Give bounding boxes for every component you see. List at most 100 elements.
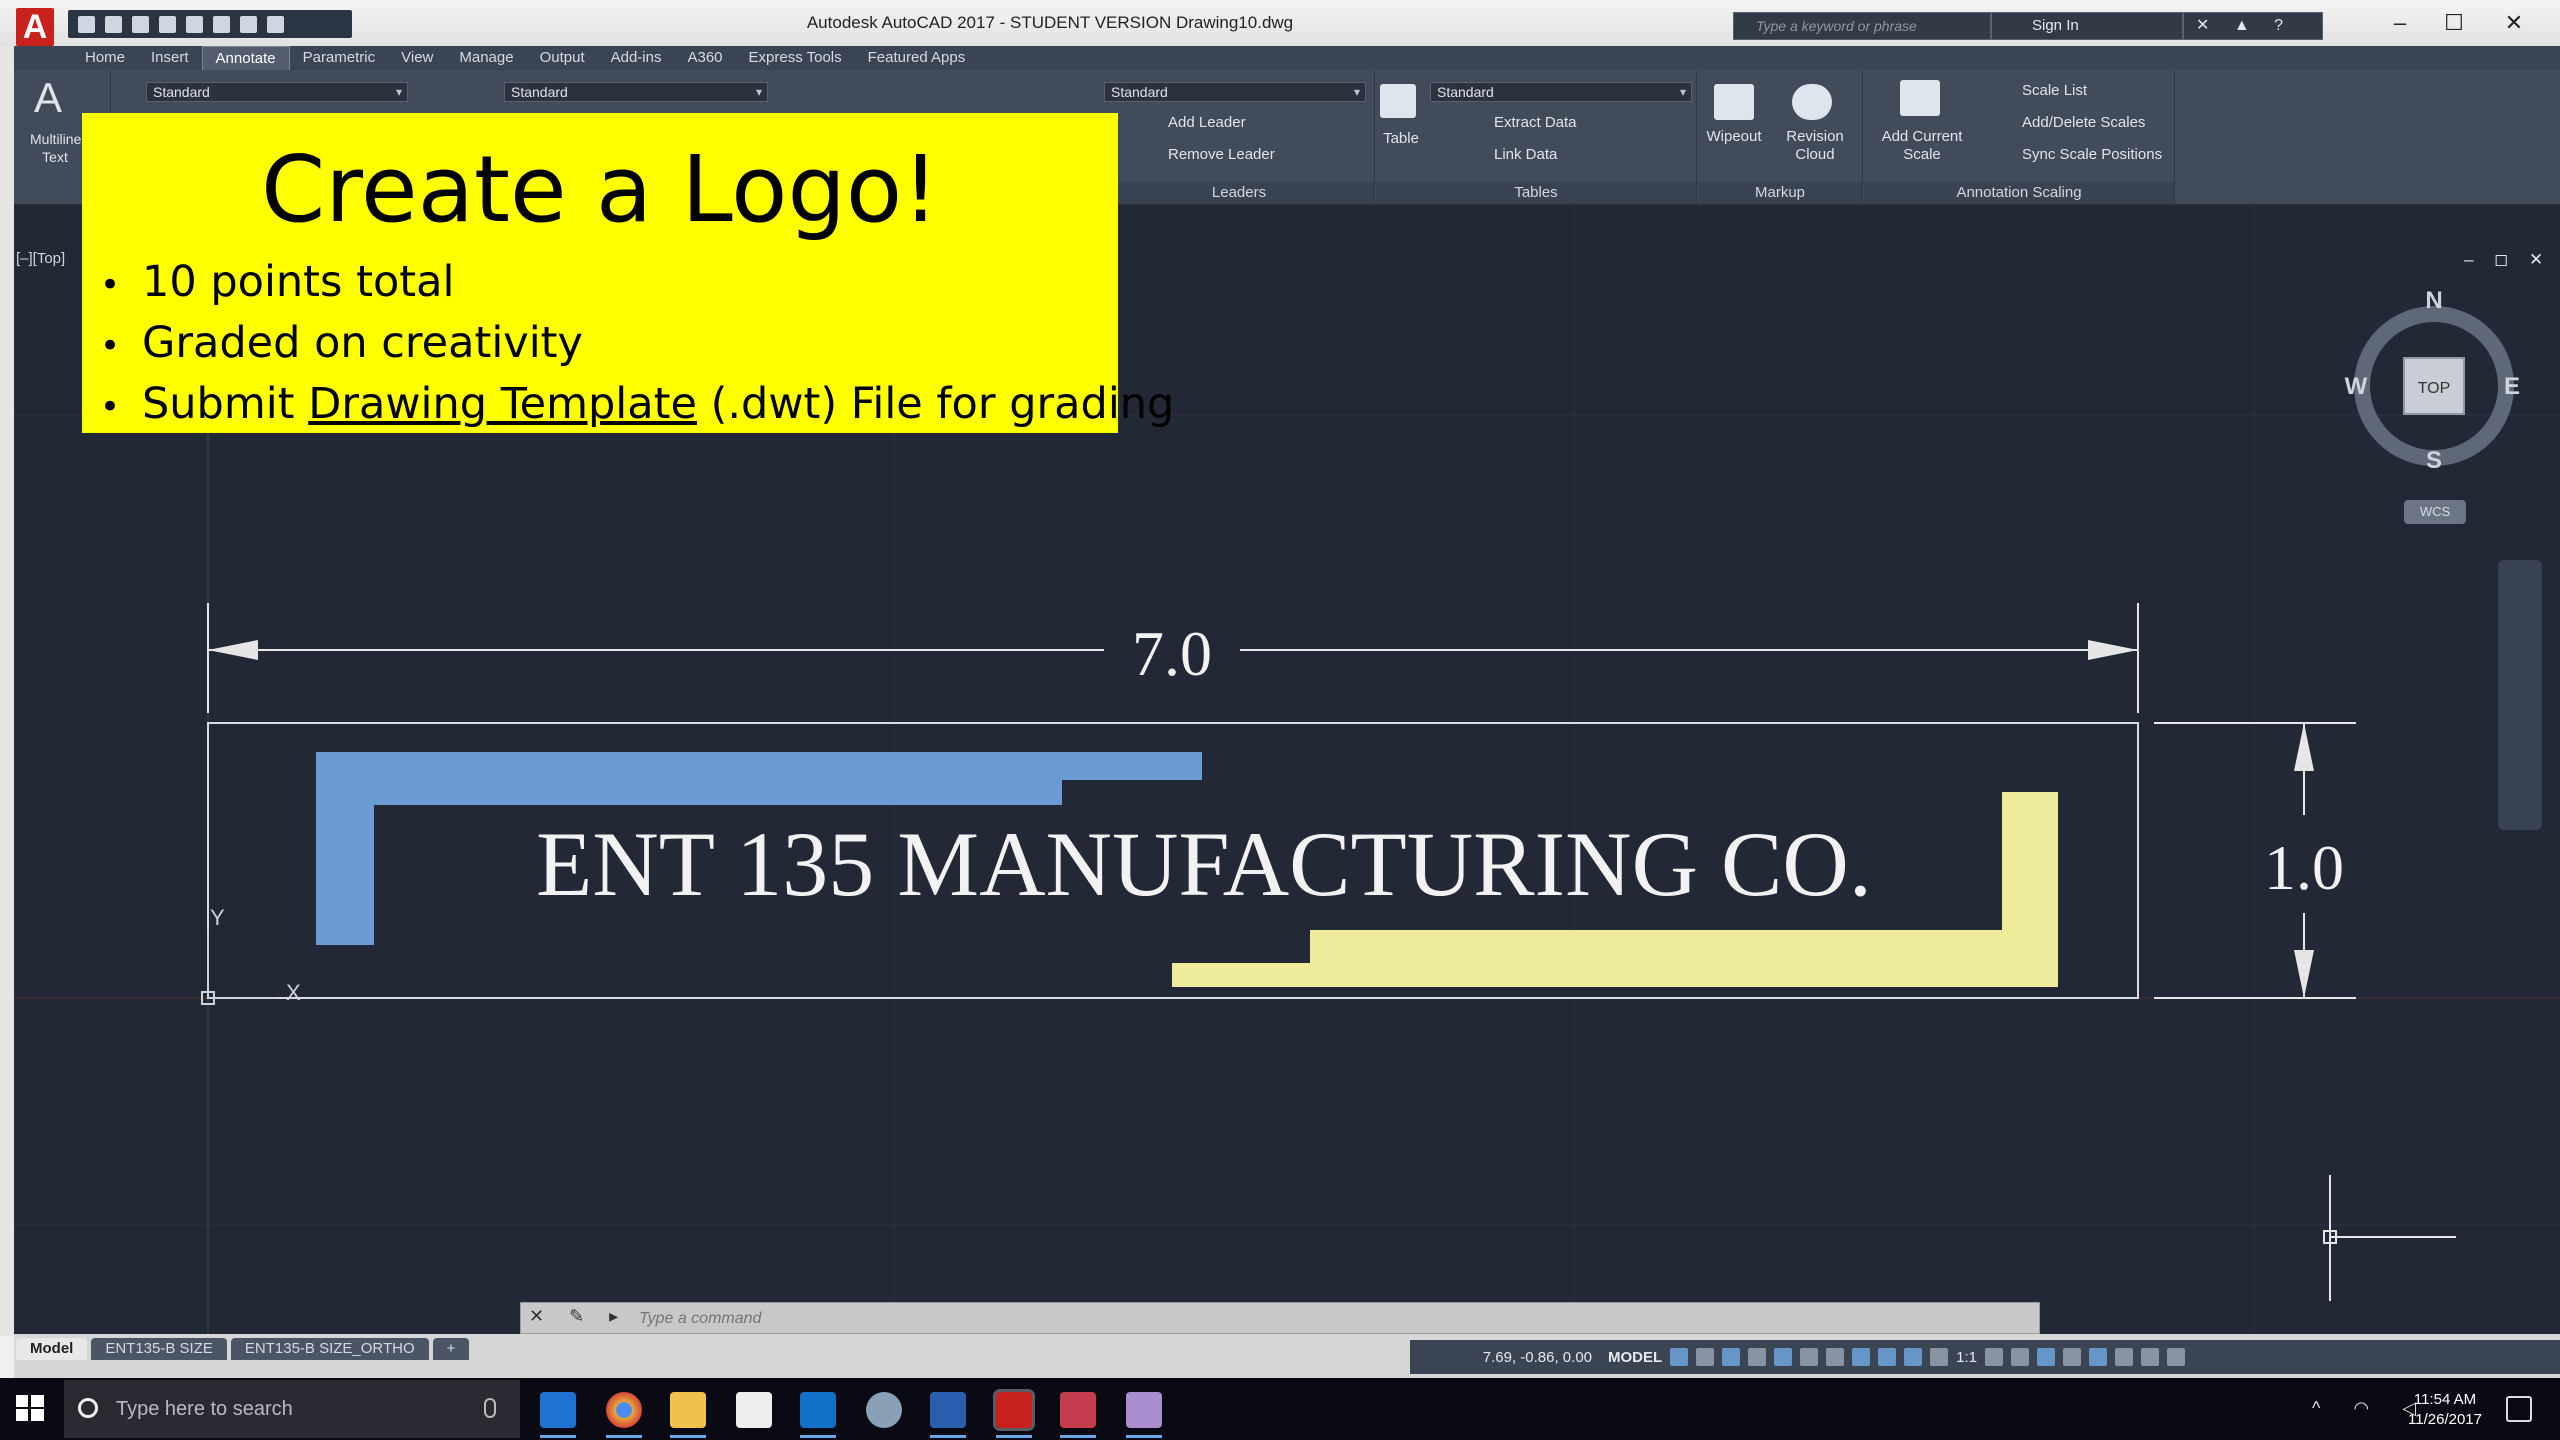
sync-scale-positions-button[interactable]: Sync Scale Positions <box>2022 146 2162 163</box>
open-file-icon[interactable] <box>105 15 122 33</box>
compass-w: W <box>2345 373 2368 400</box>
autocad-logo-icon[interactable]: A <box>16 8 54 46</box>
object-snap-tracking-icon[interactable] <box>1826 1348 1845 1366</box>
tab-featured-apps[interactable]: Featured Apps <box>855 46 979 70</box>
tab-parametric[interactable]: Parametric <box>290 46 389 70</box>
add-current-scale-button[interactable]: Add Current Scale <box>1864 128 1980 164</box>
tab-output[interactable]: Output <box>527 46 598 70</box>
text-style-dropdown[interactable]: Standard <box>146 82 408 102</box>
annotation-visibility-icon[interactable] <box>1904 1348 1923 1366</box>
ucs-menu-button[interactable]: WCS <box>2404 500 2466 524</box>
windows-start-icon[interactable] <box>14 1392 46 1424</box>
snipping-tool-icon[interactable] <box>866 1392 902 1428</box>
model-space-button[interactable]: MODEL <box>1608 1349 1662 1366</box>
revision-cloud-button[interactable]: Revision Cloud <box>1778 128 1852 164</box>
extract-data-button[interactable]: Extract Data <box>1494 114 1577 131</box>
infer-constraints-icon[interactable] <box>1722 1348 1741 1366</box>
annotation-scale-dropdown[interactable]: 1:1 <box>1956 1349 1977 1366</box>
table-style-dropdown[interactable]: Standard <box>1430 82 1692 102</box>
help-icons-group[interactable]: ✕ ▲ ? <box>2183 12 2323 40</box>
quick-properties-icon[interactable] <box>2063 1348 2082 1366</box>
table-icon[interactable] <box>1380 84 1416 118</box>
tab-add-ins[interactable]: Add-ins <box>598 46 675 70</box>
tab-layout-b-size-ortho[interactable]: ENT135-B SIZE_ORTHO <box>230 1338 429 1360</box>
workspace-gear-icon[interactable] <box>1985 1348 2004 1366</box>
dim-style-dropdown[interactable]: Standard <box>504 82 768 102</box>
close-button[interactable]: ✕ <box>2484 6 2544 40</box>
outlook-icon[interactable] <box>800 1392 836 1438</box>
autocad-taskbar-icon[interactable] <box>993 1389 1035 1438</box>
customization-menu-icon[interactable] <box>2167 1348 2186 1366</box>
viewport-controls-label[interactable]: [–][Top] <box>16 250 65 267</box>
word-icon[interactable] <box>930 1392 966 1438</box>
wipeout-button[interactable]: Wipeout <box>1702 128 1766 145</box>
file-explorer-icon[interactable] <box>670 1392 706 1438</box>
wipeout-icon[interactable] <box>1714 84 1754 120</box>
isodraft-icon[interactable] <box>1800 1348 1819 1366</box>
clean-screen-icon[interactable] <box>2141 1348 2160 1366</box>
navigation-bar[interactable] <box>2498 560 2542 830</box>
taskbar-clock[interactable]: 11:54 AM 11/26/2017 <box>2400 1390 2490 1430</box>
link-data-button[interactable]: Link Data <box>1494 146 1557 163</box>
tab-express-tools[interactable]: Express Tools <box>736 46 855 70</box>
store-icon[interactable] <box>736 1392 772 1428</box>
customize-dropdown-icon[interactable] <box>267 15 284 33</box>
add-leader-button[interactable]: Add Leader <box>1168 114 1246 131</box>
multiline-text-button[interactable]: Multiline Text <box>30 130 81 166</box>
taskbar-search-box[interactable]: Type here to search <box>64 1380 520 1438</box>
minimize-button[interactable]: – <box>2370 6 2430 40</box>
object-snap-icon[interactable] <box>1852 1348 1871 1366</box>
units-icon[interactable] <box>2037 1348 2056 1366</box>
leader-style-dropdown[interactable]: Standard <box>1104 82 1366 102</box>
polar-tracking-icon[interactable] <box>1774 1348 1793 1366</box>
tab-a360[interactable]: A360 <box>674 46 735 70</box>
grid-icon[interactable] <box>1670 1348 1689 1366</box>
slide-bullet: • 10 points total <box>100 257 455 307</box>
ortho-icon[interactable] <box>1748 1348 1767 1366</box>
remove-leader-button[interactable]: Remove Leader <box>1168 146 1275 163</box>
add-current-scale-icon[interactable] <box>1900 80 1940 116</box>
save-icon[interactable] <box>132 15 149 33</box>
undo-icon[interactable] <box>213 15 230 33</box>
paint-icon[interactable] <box>1126 1392 1162 1438</box>
redo-icon[interactable] <box>240 15 257 33</box>
tab-home[interactable]: Home <box>72 46 138 70</box>
hardware-acceleration-icon[interactable] <box>2115 1348 2134 1366</box>
powerpoint-icon[interactable] <box>1060 1392 1096 1438</box>
edge-browser-icon[interactable] <box>540 1392 576 1438</box>
lineweight-icon[interactable] <box>1878 1348 1897 1366</box>
chrome-icon[interactable] <box>606 1392 642 1438</box>
viewport-window-controls[interactable]: – ◻ ✕ <box>2464 250 2551 270</box>
revision-cloud-icon[interactable] <box>1792 84 1832 120</box>
add-layout-button[interactable]: + <box>432 1338 470 1360</box>
tab-view[interactable]: View <box>388 46 446 70</box>
print-icon[interactable] <box>186 15 203 33</box>
ucs-x-label: X <box>286 980 301 1005</box>
slide-callout: Create a Logo! • 10 points total • Graded … <box>82 113 1174 433</box>
scale-list-button[interactable]: Scale List <box>2022 82 2087 99</box>
add-delete-scales-button[interactable]: Add/Delete Scales <box>2022 114 2145 131</box>
auto-scale-icon[interactable] <box>1930 1348 1949 1366</box>
microphone-icon[interactable] <box>484 1398 496 1418</box>
command-line-tools[interactable]: ✕ ✎ ▸ <box>529 1306 628 1327</box>
snap-icon[interactable] <box>1696 1348 1715 1366</box>
maximize-button[interactable]: ☐ <box>2424 6 2484 40</box>
sign-in-button[interactable]: Sign In <box>1991 12 2183 40</box>
tab-layout-b-size[interactable]: ENT135-B SIZE <box>91 1338 227 1360</box>
tab-annotate[interactable]: Annotate <box>201 46 290 70</box>
command-input[interactable] <box>637 1307 2021 1331</box>
tab-model[interactable]: Model <box>16 1338 88 1360</box>
save-as-icon[interactable] <box>159 15 176 33</box>
viewcube[interactable]: TOP N S W E <box>2340 287 2540 490</box>
tab-manage[interactable]: Manage <box>446 46 526 70</box>
drawing-template-link[interactable]: Drawing Template <box>308 379 697 429</box>
multiline-text-icon[interactable]: A <box>34 74 62 122</box>
isolate-objects-icon[interactable] <box>2089 1348 2108 1366</box>
help-search-input[interactable]: Type a keyword or phrase <box>1733 12 1991 40</box>
action-center-icon[interactable] <box>2506 1396 2532 1422</box>
annotation-monitor-icon[interactable] <box>2011 1348 2030 1366</box>
new-file-icon[interactable] <box>78 15 95 33</box>
annotation-scaling-panel: Add Current Scale Scale List Add/Delete … <box>1864 70 2175 204</box>
tab-insert[interactable]: Insert <box>138 46 202 70</box>
table-button[interactable]: Table <box>1376 130 1426 147</box>
